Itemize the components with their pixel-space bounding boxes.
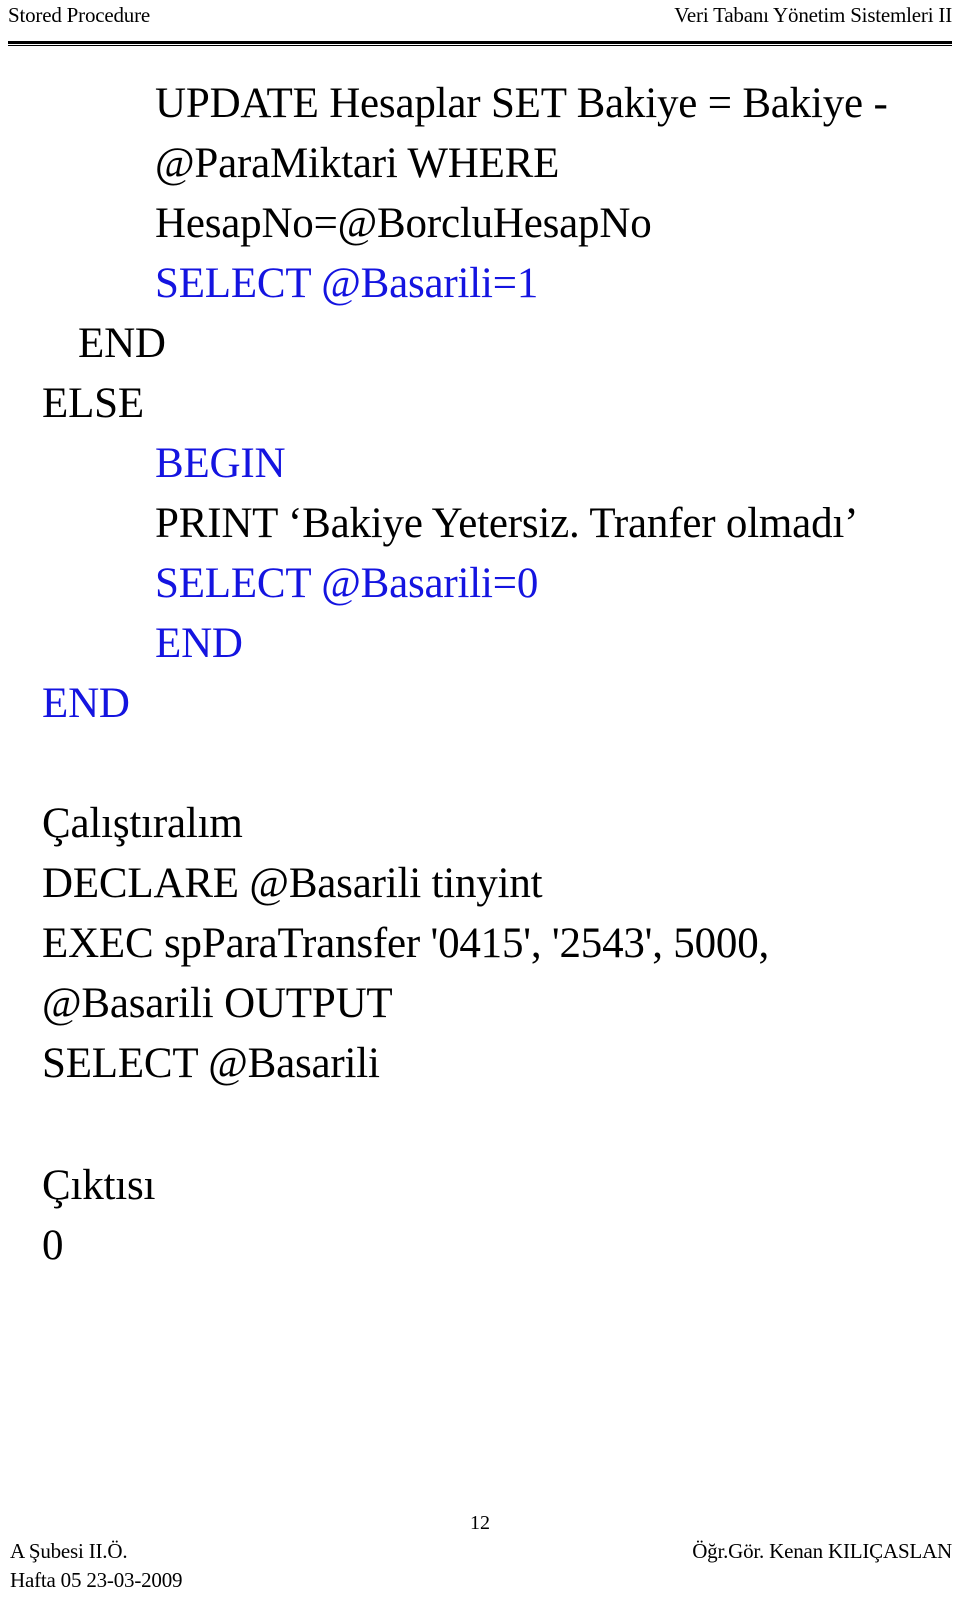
code-line-select-basarili: SELECT @Basarili [42, 1040, 380, 1087]
page-number: 12 [470, 1512, 490, 1534]
code-line-exec-spparatransfer: EXEC spParaTransfer '0415', '2543', 5000… [42, 920, 780, 1027]
header-rule-thin [8, 45, 952, 46]
code-line-else: ELSE [42, 380, 144, 427]
code-line-select-basarili-1: SELECT @Basarili=1 [155, 260, 539, 307]
page-footer: 12 A Şubesi II.Ö. Hafta 05 23-03-2009 Öğ… [0, 1493, 960, 1613]
footer-instructor-name: Öğr.Gör. Kenan KILIÇASLAN [692, 1539, 952, 1563]
code-line-end-else-block: END [155, 620, 243, 667]
code-line-print-message: PRINT ‘Bakiye Yetersiz. Tranfer olmadı’ [155, 500, 859, 547]
document-page: Stored Procedure Veri Tabanı Yönetim Sis… [0, 0, 960, 1613]
page-header: Stored Procedure Veri Tabanı Yönetim Sis… [0, 0, 960, 46]
header-row: Stored Procedure Veri Tabanı Yönetim Sis… [8, 2, 952, 28]
code-line-update-statement: UPDATE Hesaplar SET Bakiye = Bakiye - @P… [155, 80, 899, 247]
block-spacer-1 [42, 734, 922, 794]
code-line-ciktisi-heading: Çıktısı [42, 1162, 156, 1209]
code-line-end-procedure: END [42, 680, 130, 727]
header-right-title: Veri Tabanı Yönetim Sistemleri II [674, 3, 952, 27]
code-line-declare-basarili: DECLARE @Basarili tinyint [42, 860, 543, 907]
code-line-end-inner: END [78, 320, 166, 367]
header-left-title: Stored Procedure [8, 3, 151, 27]
code-line-select-basarili-0: SELECT @Basarili=0 [155, 560, 539, 607]
footer-week-date: Hafta 05 23-03-2009 [10, 1568, 183, 1592]
code-line-calistiralim-heading: Çalıştıralım [42, 800, 243, 847]
code-line-output-value: 0 [42, 1222, 64, 1269]
header-rule-thick [8, 41, 952, 44]
block-spacer-2 [42, 1094, 922, 1156]
footer-left-block: A Şubesi II.Ö. Hafta 05 23-03-2009 [10, 1537, 183, 1595]
code-body: UPDATE Hesaplar SET Bakiye = Bakiye - @P… [42, 74, 922, 1276]
code-line-begin: BEGIN [155, 440, 286, 487]
footer-class-section: A Şubesi II.Ö. [10, 1539, 128, 1563]
